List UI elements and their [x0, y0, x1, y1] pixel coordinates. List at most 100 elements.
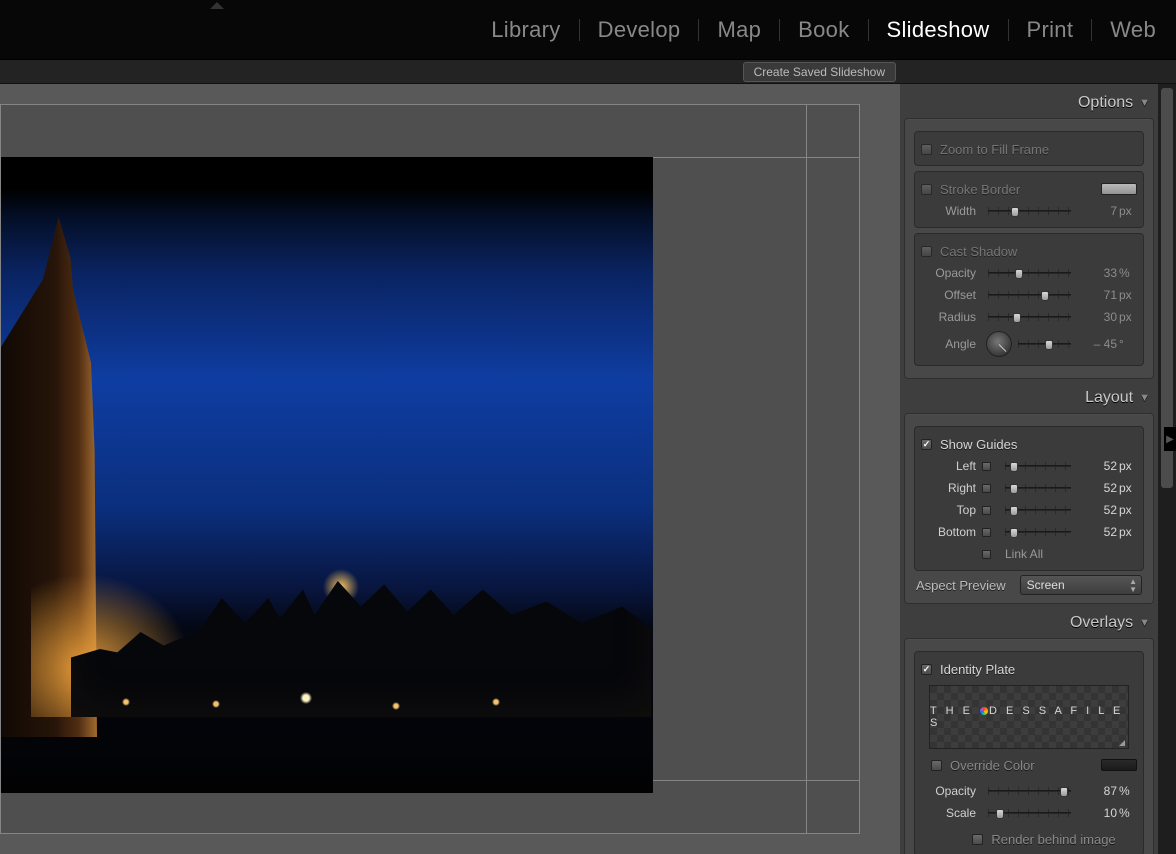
aspect-preview-select[interactable]: Screen ▲▼	[1020, 575, 1142, 595]
shadow-opacity-slider[interactable]	[988, 267, 1071, 279]
panel-scrollbar-track[interactable]	[1158, 84, 1176, 854]
margin-left-slider[interactable]	[1005, 460, 1071, 472]
ip-opacity-label: Opacity	[921, 784, 976, 798]
guide-right[interactable]	[806, 105, 807, 833]
aspect-preview-value: Screen	[1027, 578, 1065, 592]
margin-top-value[interactable]: 52	[1077, 503, 1117, 517]
margin-right-label: Right	[921, 481, 976, 495]
shadow-opacity-label: Opacity	[921, 266, 976, 280]
left-panel-expand-icon[interactable]	[210, 2, 224, 9]
zoom-fill-label: Zoom to Fill Frame	[940, 142, 1049, 157]
margin-right-link-checkbox[interactable]	[982, 484, 991, 493]
disclosure-triangle-icon: ▼	[1139, 617, 1150, 629]
module-slideshow[interactable]: Slideshow	[869, 19, 1009, 41]
shadow-offset-slider[interactable]	[988, 289, 1071, 301]
module-web[interactable]: Web	[1092, 19, 1156, 41]
shadow-offset-value[interactable]: 71	[1077, 288, 1117, 302]
override-color-checkbox[interactable]	[931, 760, 942, 771]
margin-top-link-checkbox[interactable]	[982, 506, 991, 515]
color-wheel-icon	[980, 707, 988, 715]
shadow-opacity-value[interactable]: 33	[1077, 266, 1117, 280]
slide-frame[interactable]	[0, 104, 860, 834]
margin-right-value[interactable]: 52	[1077, 481, 1117, 495]
margin-left-link-checkbox[interactable]	[982, 462, 991, 471]
slideshow-subbar: Create Saved Slideshow	[0, 60, 1176, 84]
panel-header-layout[interactable]: Layout ▼	[904, 383, 1154, 413]
module-map[interactable]: Map	[699, 19, 780, 41]
link-all-label: Link All	[1005, 547, 1043, 561]
unit-px: px	[1119, 288, 1137, 302]
slide-image[interactable]	[1, 157, 653, 793]
ip-scale-label: Scale	[921, 806, 976, 820]
link-all-checkbox[interactable]	[982, 550, 991, 559]
ip-scale-slider[interactable]	[988, 807, 1071, 819]
slideshow-preview	[0, 84, 900, 854]
unit-degree: °	[1119, 337, 1137, 351]
ip-opacity-slider[interactable]	[988, 785, 1071, 797]
overlays-panel: ✓ Identity Plate T H E D E S S A F I L E…	[904, 638, 1154, 854]
unit-px: px	[1119, 204, 1137, 218]
module-develop[interactable]: Develop	[580, 19, 700, 41]
zoom-fill-checkbox[interactable]	[921, 144, 932, 155]
override-color-label: Override Color	[950, 758, 1035, 773]
shadow-angle-dial[interactable]	[986, 331, 1012, 357]
ip-scale-value[interactable]: 10	[1077, 806, 1117, 820]
panel-title: Options	[1078, 94, 1133, 112]
shadow-radius-label: Radius	[921, 310, 976, 324]
right-panels: Options ▼ Zoom to Fill Frame Stroke Bord…	[900, 84, 1176, 854]
module-book[interactable]: Book	[780, 19, 868, 41]
shadow-radius-value[interactable]: 30	[1077, 310, 1117, 324]
unit-px: px	[1119, 525, 1137, 539]
stroke-color-swatch[interactable]	[1101, 183, 1137, 195]
create-saved-slideshow-button[interactable]: Create Saved Slideshow	[743, 62, 896, 82]
disclosure-triangle-icon: ▼	[1139, 97, 1150, 109]
identity-plate-label: Identity Plate	[940, 662, 1015, 677]
module-picker-bar: Library Develop Map Book Slideshow Print…	[0, 0, 1176, 60]
identity-plate-checkbox[interactable]: ✓	[921, 664, 932, 675]
unit-px: px	[1119, 503, 1137, 517]
ip-opacity-value[interactable]: 87	[1077, 784, 1117, 798]
margin-bottom-label: Bottom	[921, 525, 976, 539]
margin-bottom-slider[interactable]	[1005, 526, 1071, 538]
unit-percent: %	[1119, 266, 1137, 280]
render-behind-label: Render behind image	[991, 832, 1115, 847]
stroke-width-slider[interactable]	[988, 205, 1071, 217]
module-print[interactable]: Print	[1009, 19, 1093, 41]
options-panel: Zoom to Fill Frame Stroke Border Width	[904, 118, 1154, 379]
shadow-radius-slider[interactable]	[988, 311, 1071, 323]
right-panel-collapse-icon[interactable]: ▶	[1164, 427, 1176, 451]
stroke-width-label: Width	[921, 204, 976, 218]
margin-left-value[interactable]: 52	[1077, 459, 1117, 473]
margin-bottom-value[interactable]: 52	[1077, 525, 1117, 539]
panel-title: Layout	[1085, 389, 1133, 407]
dropdown-caret-icon: ▲▼	[1129, 578, 1137, 594]
shadow-offset-label: Offset	[921, 288, 976, 302]
panel-header-options[interactable]: Options ▼	[904, 88, 1154, 118]
margin-bottom-link-checkbox[interactable]	[982, 528, 991, 537]
stroke-border-checkbox[interactable]	[921, 184, 932, 195]
panel-title: Overlays	[1070, 614, 1133, 632]
render-behind-checkbox[interactable]	[972, 834, 983, 845]
show-guides-label: Show Guides	[940, 437, 1017, 452]
unit-percent: %	[1119, 784, 1137, 798]
margin-right-slider[interactable]	[1005, 482, 1071, 494]
module-library[interactable]: Library	[473, 19, 579, 41]
disclosure-triangle-icon: ▼	[1139, 392, 1150, 404]
show-guides-checkbox[interactable]: ✓	[921, 439, 932, 450]
layout-panel: ✓ Show Guides Left 52 px Right 5	[904, 413, 1154, 604]
plate-text-a: T H E	[930, 705, 979, 717]
shadow-angle-value[interactable]: – 45	[1077, 337, 1117, 351]
stroke-width-value[interactable]: 7	[1077, 204, 1117, 218]
shadow-angle-label: Angle	[921, 337, 976, 351]
image-content	[96, 692, 596, 722]
unit-percent: %	[1119, 806, 1137, 820]
cast-shadow-checkbox[interactable]	[921, 246, 932, 257]
identity-plate-text: T H E D E S S A F I L E S	[930, 705, 1128, 729]
override-color-swatch[interactable]	[1101, 759, 1137, 771]
panel-header-overlays[interactable]: Overlays ▼	[904, 608, 1154, 638]
aspect-preview-label: Aspect Preview	[916, 578, 1006, 593]
identity-plate-preview[interactable]: T H E D E S S A F I L E S	[929, 685, 1129, 749]
margin-top-slider[interactable]	[1005, 504, 1071, 516]
margin-left-label: Left	[921, 459, 976, 473]
shadow-angle-slider[interactable]	[1018, 338, 1071, 350]
